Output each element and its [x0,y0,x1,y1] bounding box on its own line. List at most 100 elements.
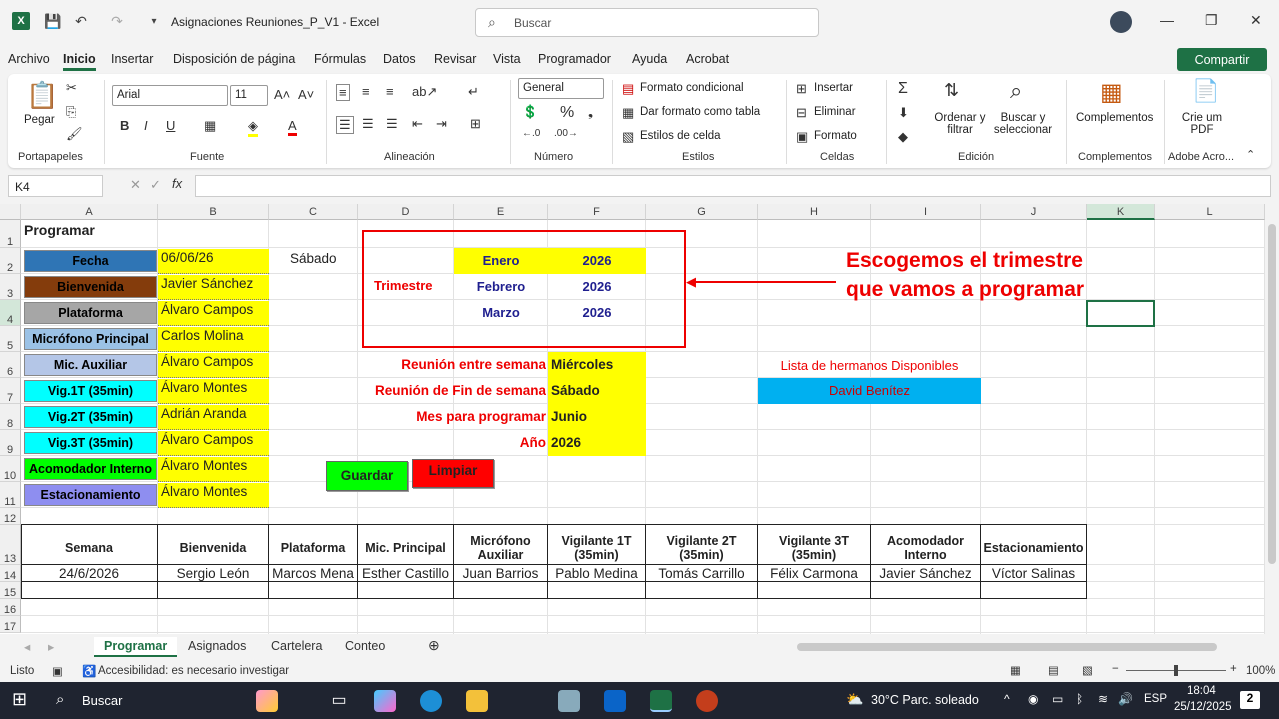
row-header[interactable]: 11 [0,482,21,508]
table-cell[interactable]: Víctor Salinas [981,565,1087,582]
accessibility-status[interactable]: Accesibilidad: es necesario investigar [98,665,289,677]
add-sheet-icon[interactable]: ⊕ [428,637,440,654]
param-value-1[interactable]: Miércoles [551,357,613,372]
table-cell-empty[interactable] [269,582,358,599]
share-button[interactable]: Compartir [1177,48,1267,71]
column-header[interactable]: E [454,204,548,220]
name-box[interactable]: K4 [8,175,103,197]
copilot-search-icon[interactable] [256,690,278,712]
weather-icon[interactable]: ⛅ [846,691,863,708]
sort-filter-icon[interactable]: ⇅ [944,80,959,101]
save-icon[interactable]: 💾 [44,12,62,30]
format-cells-button[interactable]: Formato [814,130,857,142]
outdent-icon[interactable]: ⇥ [436,116,447,132]
autosum-icon[interactable]: Σ [898,80,908,98]
row-header[interactable]: 2 [0,248,21,274]
format-painter-icon[interactable]: 🖌 [66,126,83,142]
table-cell[interactable]: Esther Castillo [358,565,454,582]
align-right-icon[interactable]: ☰ [386,116,398,132]
addins-button[interactable]: Complementos [1076,112,1153,124]
role-value-6[interactable]: Álvaro Montes [158,379,269,404]
role-value-10[interactable]: Álvaro Montes [158,483,269,508]
role-value-8[interactable]: Álvaro Campos [158,431,269,456]
role-value-3[interactable]: Álvaro Campos [158,301,269,326]
table-cell-empty[interactable] [981,582,1087,599]
recording-icon[interactable]: ◉ [1028,692,1038,706]
taskbar-search-icon[interactable]: ⌕ [56,691,64,708]
weather-text[interactable]: 30°C Parc. soleado [871,693,979,707]
paste-icon[interactable]: 📋 [26,80,58,111]
formula-input[interactable] [195,175,1271,197]
delete-cells-icon[interactable]: ⊟ [796,105,807,121]
role-value-9[interactable]: Álvaro Montes [158,457,269,482]
vertical-scrollbar[interactable] [1265,220,1279,634]
edge-icon[interactable] [420,690,442,712]
decrease-decimal-icon[interactable]: .00→ [554,128,578,139]
sort-filter-button[interactable]: Ordenar y filtrar [934,112,986,136]
month-name-2[interactable]: Febrero [454,279,548,294]
column-header[interactable]: I [871,204,981,220]
increase-decimal-icon[interactable]: ←.0 [522,128,540,139]
role-value-5[interactable]: Álvaro Campos [158,353,269,378]
task-view-icon[interactable]: ▭ [328,690,350,712]
fill-icon[interactable]: ⬇ [898,105,909,121]
orientation-icon[interactable]: ab↗ [412,84,437,100]
table-format-icon[interactable]: ▦ [622,105,634,121]
bluetooth-icon[interactable]: ᛒ [1076,692,1083,706]
windows-start-icon[interactable]: ⊞ [12,689,27,710]
month-year-1[interactable]: 2026 [548,253,646,268]
page-break-icon[interactable]: ▧ [1082,663,1093,677]
table-cell[interactable]: Marcos Mena [269,565,358,582]
column-header[interactable]: L [1155,204,1265,220]
grow-font-icon[interactable]: A˄ [274,87,290,102]
column-header[interactable]: G [646,204,758,220]
page-layout-icon[interactable]: ▤ [1048,663,1059,677]
row-header[interactable]: 15 [0,582,21,599]
column-header[interactable]: D [358,204,454,220]
clear-icon[interactable]: ◆ [898,129,908,145]
sheet-tab-programar[interactable]: Programar [94,637,178,657]
table-cell[interactable]: Pablo Medina [548,565,646,582]
row-header[interactable]: 8 [0,404,21,430]
clock-date[interactable]: 25/12/2025 [1174,701,1232,713]
borders-icon[interactable]: ▦ [204,118,216,134]
row-header[interactable]: 5 [0,326,21,352]
number-format-select[interactable]: General [518,78,604,99]
wifi-icon[interactable]: ≋ [1098,692,1108,706]
sheet-tab-cartelera[interactable]: Cartelera [271,639,322,653]
column-header[interactable]: A [21,204,158,220]
tab-vista[interactable]: Vista [493,52,521,66]
percent-icon[interactable]: % [560,104,574,122]
align-left-icon[interactable]: ☰ [336,116,354,134]
copilot-icon[interactable] [374,690,396,712]
language-indicator[interactable]: ESP [1144,693,1167,705]
role-value-7[interactable]: Adrián Aranda [158,405,269,430]
find-select-button[interactable]: Buscar y seleccionar [990,112,1056,136]
limpiar-button[interactable]: Limpiar [412,459,494,488]
tab-formulas[interactable]: Fórmulas [314,52,366,66]
create-pdf-button[interactable]: Crie um PDF [1176,112,1228,136]
row-header[interactable]: 16 [0,599,21,616]
paste-label[interactable]: Pegar [24,114,55,126]
enter-icon[interactable]: ✓ [150,177,161,193]
minimize-icon[interactable]: — [1160,12,1174,28]
align-top-icon[interactable]: ≡ [336,84,350,101]
tab-revisar[interactable]: Revisar [434,52,476,66]
row-header[interactable]: 6 [0,352,21,378]
table-cell-empty[interactable] [158,582,269,599]
zoom-in-icon[interactable]: + [1230,663,1237,675]
avatar[interactable] [1110,11,1132,33]
notification-badge[interactable]: 2 [1240,691,1260,709]
table-cell-empty[interactable] [871,582,981,599]
table-cell-empty[interactable] [21,582,158,599]
macro-icon[interactable]: ▣ [52,664,63,678]
column-header[interactable]: B [158,204,269,220]
align-middle-icon[interactable]: ≡ [362,84,370,99]
cell-styles-button[interactable]: Estilos de celda [640,130,721,142]
horizontal-scrollbar[interactable] [797,643,1217,651]
underline-icon[interactable]: U [166,118,175,133]
zoom-out-icon[interactable]: − [1112,663,1119,675]
font-name-select[interactable]: Arial [112,85,228,106]
app-icon[interactable] [558,690,580,712]
normal-view-icon[interactable]: ▦ [1010,663,1021,677]
